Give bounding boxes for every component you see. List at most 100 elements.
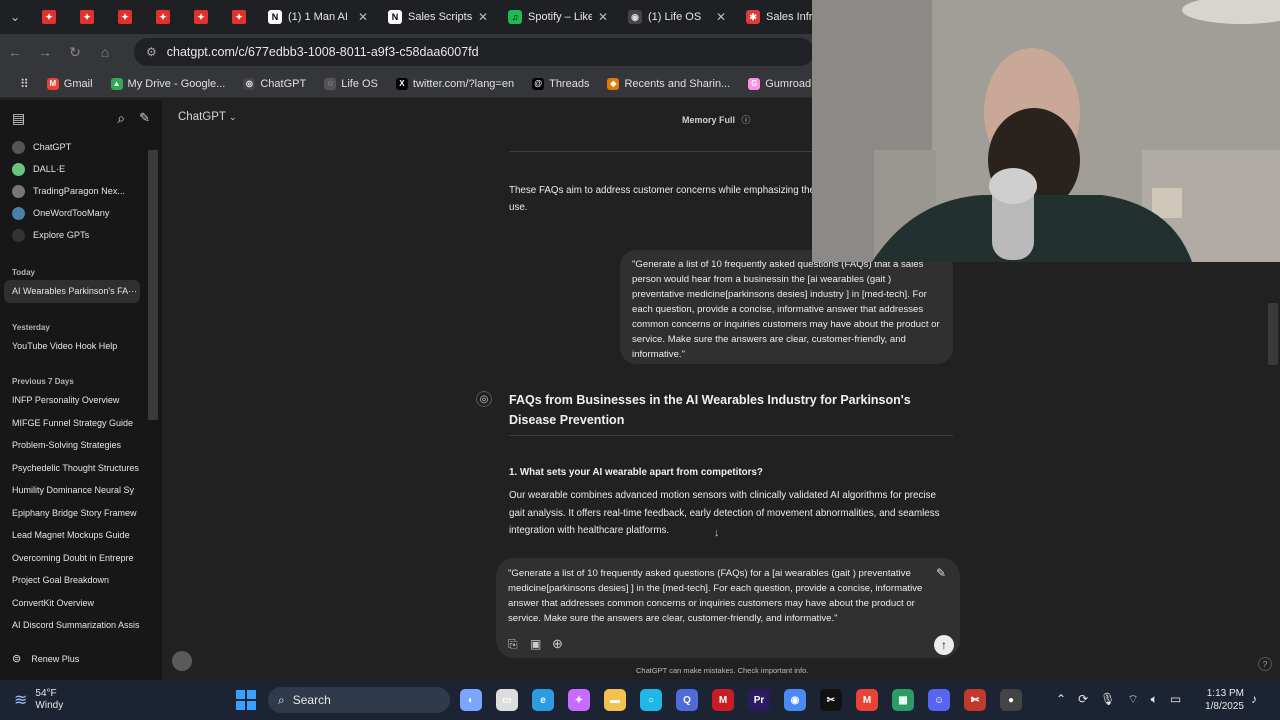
obs-record-icon[interactable]: ●: [1000, 689, 1022, 711]
sidebar-gpt-item[interactable]: ChatGPT: [0, 136, 162, 158]
copilot-app-icon[interactable]: ✦: [568, 689, 590, 711]
chrome-icon[interactable]: ◉: [784, 689, 806, 711]
edge-browser-icon[interactable]: e: [532, 689, 554, 711]
snipping-tool-icon[interactable]: ✄: [964, 689, 986, 711]
sidebar-conversation-item[interactable]: Lead Magnet Mockups Guide: [0, 524, 162, 547]
sidebar-conversation-item[interactable]: MIFGE Funnel Strategy Guide: [0, 412, 162, 435]
bookmark-favicon-icon: G: [748, 77, 761, 90]
conversation-options-icon[interactable]: ⋯: [128, 286, 137, 297]
send-button[interactable]: ↑: [934, 635, 954, 655]
pdf-tab-1[interactable]: ✦: [68, 0, 106, 34]
bookmark-item[interactable]: ◎ ChatGPT: [243, 77, 306, 90]
sidebar-conversation-item[interactable]: Overcoming Doubt in Entrepre: [0, 547, 162, 570]
canvas-edit-icon[interactable]: ✎: [936, 566, 946, 580]
sidebar-conversation-item[interactable]: Humility Dominance Neural Sy: [0, 479, 162, 502]
mcafee-icon[interactable]: M: [712, 689, 734, 711]
search-chats-icon[interactable]: ⌕: [117, 110, 125, 127]
renew-plus-button[interactable]: ⊜ Renew Plus: [12, 652, 79, 665]
quick-assist-icon[interactable]: Q: [676, 689, 698, 711]
back-icon[interactable]: ←: [0, 44, 30, 60]
site-info-icon[interactable]: ⚙: [146, 45, 157, 59]
apps-grid-icon[interactable]: ⠿: [20, 77, 29, 91]
close-tab-icon[interactable]: ✕: [598, 10, 608, 24]
task-view-icon[interactable]: ▭: [496, 689, 518, 711]
file-explorer-icon[interactable]: ▬: [604, 689, 626, 711]
tab-search-chevron-icon[interactable]: ⌄: [0, 0, 30, 34]
premiere-pro-icon[interactable]: Pr: [748, 689, 770, 711]
sidebar-gpt-item[interactable]: TradingParagon Nex...: [0, 180, 162, 202]
tab-title: Sales Scripts: [408, 11, 472, 23]
close-tab-icon[interactable]: ✕: [358, 10, 368, 24]
sync-icon[interactable]: ⟳: [1078, 692, 1088, 707]
pdf-tab-4[interactable]: ✦: [182, 0, 220, 34]
message-composer[interactable]: "Generate a list of 10 frequently asked …: [496, 558, 960, 658]
web-search-globe-icon[interactable]: ⊕: [552, 636, 563, 652]
notification-bell-icon[interactable]: ♪: [1251, 692, 1257, 706]
main-scrollbar[interactable]: [1268, 303, 1278, 365]
browser-tab-1[interactable]: N Sales Scripts ✕: [378, 0, 498, 34]
weather-widget[interactable]: ≋ 54°F Windy: [14, 688, 63, 712]
help-question-icon[interactable]: ?: [1258, 657, 1272, 671]
sidebar-scrollbar[interactable]: [148, 150, 158, 420]
bookmark-item[interactable]: M Gmail: [46, 77, 93, 90]
bookmark-item[interactable]: ◆ Recents and Sharin...: [607, 77, 730, 90]
bookmark-favicon-icon: @: [532, 77, 545, 90]
copilot-icon[interactable]: ◐: [460, 689, 482, 711]
bookmark-item[interactable]: ◌ Life OS: [324, 77, 378, 90]
browser-tab-2[interactable]: ♫ Spotify – Like ✕: [498, 0, 618, 34]
sidebar-gpt-item[interactable]: DALL·E: [0, 158, 162, 180]
scroll-down-arrow-icon[interactable]: ↓: [714, 527, 720, 539]
sidebar-conversation-item[interactable]: INFP Personality Overview: [0, 389, 162, 412]
pdf-tab-3[interactable]: ✦: [144, 0, 182, 34]
capcut-icon[interactable]: ✂: [820, 689, 842, 711]
memory-status[interactable]: Memory Full ⓘ: [682, 113, 751, 126]
tools-icon[interactable]: ▣: [530, 637, 541, 651]
attach-icon[interactable]: ⎘: [508, 637, 518, 652]
toggle-sidebar-icon[interactable]: ▤: [12, 110, 25, 127]
sidebar-conversation-item[interactable]: AI Wearables Parkinson's FA ⋯: [4, 280, 140, 303]
home-icon[interactable]: ⌂: [90, 44, 120, 60]
bookmark-item[interactable]: ▲ My Drive - Google...: [110, 77, 225, 90]
calendar-icon[interactable]: ▦: [892, 689, 914, 711]
sidebar-gpt-item[interactable]: OneWordTooMany: [0, 202, 162, 224]
sidebar-conversation-item[interactable]: Psychedelic Thought Structures: [0, 457, 162, 480]
bookmark-label: Threads: [549, 77, 590, 90]
sidebar-conversation-item[interactable]: ConvertKit Overview: [0, 592, 162, 615]
pdf-tab-5[interactable]: ✦: [220, 0, 258, 34]
pdf-tab-0[interactable]: ✦: [30, 0, 68, 34]
gmail-icon[interactable]: M: [856, 689, 878, 711]
chevron-up-icon[interactable]: ⌃: [1056, 692, 1066, 707]
sidebar-conversation-item[interactable]: Problem-Solving Strategies: [0, 434, 162, 457]
close-tab-icon[interactable]: ✕: [716, 10, 726, 24]
browser-tab-3[interactable]: ◉ (1) Life OS ✕: [618, 0, 736, 34]
browser-tab-0[interactable]: N (1) 1 Man AI ✕: [258, 0, 378, 34]
tab-title: (1) Life OS: [648, 11, 702, 23]
address-bar[interactable]: ⚙ chatgpt.com/c/677edbb3-1008-8011-a9f3-…: [134, 38, 814, 66]
start-windows-icon[interactable]: [236, 690, 256, 710]
tab-title: Spotify – Like: [528, 11, 592, 23]
discord-icon[interactable]: ☺: [928, 689, 950, 711]
sidebar-conversation-item[interactable]: Project Goal Breakdown: [0, 569, 162, 592]
battery-icon[interactable]: ▭: [1170, 692, 1181, 707]
composer-input[interactable]: "Generate a list of 10 frequently asked …: [508, 566, 940, 626]
clock[interactable]: 1:13 PM 1/8/2025: [1200, 687, 1244, 713]
sidebar-conversation-item[interactable]: YouTube Video Hook Help: [0, 335, 162, 358]
microphone-icon[interactable]: 🎙︎: [1100, 692, 1115, 707]
sidebar-gpt-item[interactable]: Explore GPTs: [0, 224, 162, 246]
new-chat-icon[interactable]: ✎: [139, 110, 150, 126]
reload-icon[interactable]: ↻: [60, 44, 90, 61]
taskbar-search-box[interactable]: ⌕ Search: [268, 687, 450, 713]
cortana-circle-icon[interactable]: ○: [640, 689, 662, 711]
sidebar-conversation-item[interactable]: AI Discord Summarization Assis: [0, 614, 162, 637]
close-tab-icon[interactable]: ✕: [478, 10, 488, 24]
forward-icon[interactable]: →: [30, 44, 60, 60]
user-avatar[interactable]: [172, 651, 192, 671]
speaker-icon[interactable]: 🔈︎: [1151, 692, 1158, 707]
bookmark-label: twitter.com/?lang=en: [412, 77, 515, 90]
sidebar-conversation-item[interactable]: Epiphany Bridge Story Framew: [0, 502, 162, 525]
bookmark-item[interactable]: Xtwitter.com/?lang=en: [395, 77, 515, 90]
model-selector[interactable]: ChatGPT ⌄: [178, 111, 236, 123]
bookmark-item[interactable]: @ Threads: [532, 77, 590, 90]
pdf-tab-2[interactable]: ✦: [106, 0, 144, 34]
wifi-icon[interactable]: ⌔: [1127, 692, 1138, 707]
